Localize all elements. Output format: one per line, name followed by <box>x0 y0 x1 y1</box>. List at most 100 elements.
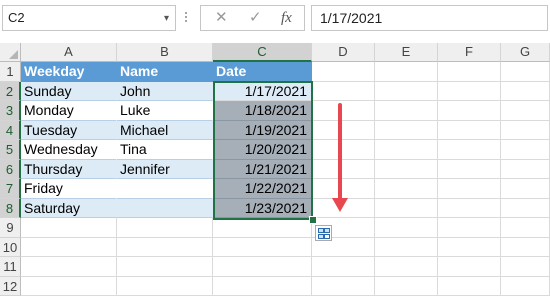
cell-date[interactable]: 1/18/2021 <box>213 101 312 121</box>
row-header-6[interactable]: 6 <box>0 159 21 179</box>
empty-cell[interactable] <box>438 62 501 82</box>
empty-cell[interactable] <box>501 198 550 218</box>
empty-cell[interactable] <box>438 140 501 160</box>
empty-cell[interactable] <box>312 120 375 140</box>
empty-cell[interactable] <box>375 179 438 199</box>
cell-name[interactable]: Michael <box>117 120 213 140</box>
empty-cell[interactable] <box>375 257 438 277</box>
empty-cell[interactable] <box>312 159 375 179</box>
column-header-b[interactable]: B <box>117 43 213 62</box>
empty-cell[interactable] <box>501 276 550 296</box>
column-header-c[interactable]: C <box>213 43 312 62</box>
empty-cell[interactable] <box>501 101 550 121</box>
empty-cell[interactable] <box>501 81 550 101</box>
column-header-f[interactable]: F <box>438 43 501 62</box>
cell-name[interactable] <box>117 198 213 218</box>
empty-cell[interactable] <box>21 237 117 257</box>
empty-cell[interactable] <box>312 276 375 296</box>
empty-cell[interactable] <box>501 218 550 238</box>
empty-cell[interactable] <box>375 276 438 296</box>
empty-cell[interactable] <box>438 237 501 257</box>
empty-cell[interactable] <box>375 218 438 238</box>
insert-function-icon[interactable]: fx <box>281 8 292 28</box>
empty-cell[interactable] <box>438 179 501 199</box>
cell-weekday[interactable]: Thursday <box>21 159 117 179</box>
select-all-corner[interactable] <box>0 43 21 62</box>
column-header-d[interactable]: D <box>312 43 375 62</box>
empty-cell[interactable] <box>213 276 312 296</box>
cancel-icon[interactable]: ✕ <box>215 8 228 28</box>
empty-cell[interactable] <box>375 120 438 140</box>
formula-input[interactable]: 1/17/2021 <box>311 5 548 31</box>
cell-date[interactable]: 1/20/2021 <box>213 140 312 160</box>
table-header-date[interactable]: Date <box>213 62 312 82</box>
formula-bar-grip-icon[interactable] <box>183 10 189 26</box>
row-header-2[interactable]: 2 <box>0 81 21 101</box>
autofill-options-icon[interactable] <box>315 225 332 241</box>
cell-date[interactable]: 1/22/2021 <box>213 179 312 199</box>
empty-cell[interactable] <box>438 120 501 140</box>
empty-cell[interactable] <box>312 179 375 199</box>
cell-name[interactable] <box>117 179 213 199</box>
empty-cell[interactable] <box>117 237 213 257</box>
empty-cell[interactable] <box>312 257 375 277</box>
cell-weekday[interactable]: Saturday <box>21 198 117 218</box>
fill-handle[interactable] <box>309 216 317 224</box>
empty-cell[interactable] <box>438 101 501 121</box>
empty-cell[interactable] <box>312 101 375 121</box>
empty-cell[interactable] <box>501 257 550 277</box>
empty-cell[interactable] <box>312 81 375 101</box>
empty-cell[interactable] <box>438 257 501 277</box>
enter-icon[interactable]: ✓ <box>249 8 262 28</box>
cell-date[interactable]: 1/19/2021 <box>213 120 312 140</box>
column-header-g[interactable]: G <box>501 43 550 62</box>
name-box-dropdown-icon[interactable]: ▾ <box>164 7 169 31</box>
cell-date[interactable]: 1/21/2021 <box>213 159 312 179</box>
row-header-8[interactable]: 8 <box>0 198 21 218</box>
empty-cell[interactable] <box>213 218 312 238</box>
row-header-5[interactable]: 5 <box>0 140 21 160</box>
empty-cell[interactable] <box>312 62 375 82</box>
empty-cell[interactable] <box>501 237 550 257</box>
empty-cell[interactable] <box>375 101 438 121</box>
cell-name[interactable]: Tina <box>117 140 213 160</box>
empty-cell[interactable] <box>375 237 438 257</box>
empty-cell[interactable] <box>438 81 501 101</box>
table-header-weekday[interactable]: Weekday <box>21 62 117 82</box>
cell-date[interactable]: 1/17/2021 <box>213 81 312 101</box>
empty-cell[interactable] <box>501 159 550 179</box>
empty-cell[interactable] <box>117 276 213 296</box>
empty-cell[interactable] <box>438 159 501 179</box>
empty-cell[interactable] <box>375 62 438 82</box>
empty-cell[interactable] <box>375 198 438 218</box>
empty-cell[interactable] <box>21 218 117 238</box>
cell-date[interactable]: 1/23/2021 <box>213 198 312 218</box>
empty-cell[interactable] <box>501 140 550 160</box>
empty-cell[interactable] <box>21 257 117 277</box>
row-header-11[interactable]: 11 <box>0 257 21 277</box>
empty-cell[interactable] <box>213 237 312 257</box>
cell-weekday[interactable]: Friday <box>21 179 117 199</box>
empty-cell[interactable] <box>438 218 501 238</box>
name-box[interactable]: C2 ▾ <box>2 5 176 31</box>
empty-cell[interactable] <box>375 159 438 179</box>
row-header-1[interactable]: 1 <box>0 62 21 82</box>
row-header-4[interactable]: 4 <box>0 120 21 140</box>
empty-cell[interactable] <box>117 257 213 277</box>
table-header-name[interactable]: Name <box>117 62 213 82</box>
row-header-12[interactable]: 12 <box>0 276 21 296</box>
empty-cell[interactable] <box>438 198 501 218</box>
empty-cell[interactable] <box>501 179 550 199</box>
empty-cell[interactable] <box>117 218 213 238</box>
empty-cell[interactable] <box>501 62 550 82</box>
row-header-3[interactable]: 3 <box>0 101 21 121</box>
cell-weekday[interactable]: Tuesday <box>21 120 117 140</box>
cell-name[interactable]: Luke <box>117 101 213 121</box>
empty-cell[interactable] <box>213 257 312 277</box>
row-header-10[interactable]: 10 <box>0 237 21 257</box>
cell-weekday[interactable]: Wednesday <box>21 140 117 160</box>
empty-cell[interactable] <box>375 81 438 101</box>
row-header-7[interactable]: 7 <box>0 179 21 199</box>
cell-weekday[interactable]: Monday <box>21 101 117 121</box>
empty-cell[interactable] <box>312 140 375 160</box>
